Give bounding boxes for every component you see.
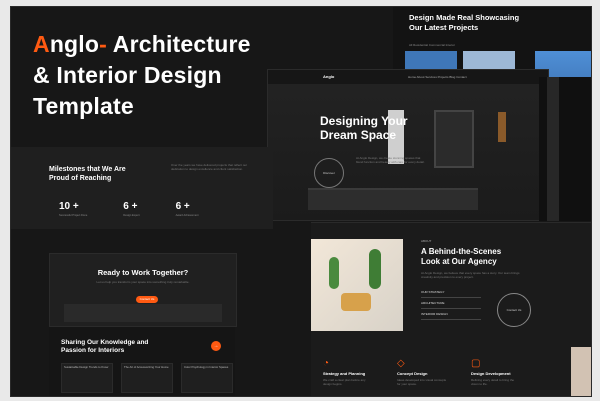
milestones-section: Milestones that We Are Proud of Reaching…: [11, 147, 273, 229]
arrow-right-icon[interactable]: →: [211, 341, 221, 351]
service-item: ◔ Strategy and Planning We craft a clear…: [323, 358, 373, 387]
plant: [329, 257, 339, 289]
plant: [369, 249, 381, 289]
sofa-image: [308, 188, 478, 210]
navbar: Anglo Home About Services Projects Blog …: [268, 70, 548, 84]
projects-tabs[interactable]: All Residential Commercial Interior: [409, 43, 455, 47]
stat-item: 6 + Award Achievement: [175, 201, 199, 217]
contact-circle-button[interactable]: Contact Us: [497, 293, 531, 327]
discover-button[interactable]: Discover: [314, 158, 344, 188]
blog-card[interactable]: Color Psychology in Interior Spaces: [181, 363, 233, 393]
blog-section: Sharing Our Knowledge and Passion for In…: [49, 327, 235, 396]
projects-heading: Design Made Real Showcasing Our Latest P…: [409, 13, 520, 32]
services-row: ◔ Strategy and Planning We craft a clear…: [323, 358, 521, 387]
strategy-icon: ◔: [323, 358, 330, 369]
blog-cards: Sustainable Design Trends to Know The Ar…: [61, 363, 233, 393]
hero-section: Anglo Home About Services Projects Blog …: [267, 69, 549, 221]
blog-card[interactable]: The Art of Accessorizing Your Home: [121, 363, 173, 393]
title-line1: Architecture: [112, 31, 251, 57]
cta-section: Ready to Work Together? Let us help you …: [49, 253, 237, 327]
wall-lamp: [498, 112, 506, 142]
wall-frame: [434, 110, 474, 168]
milestones-heading: Milestones that We Are Proud of Reaching: [49, 166, 126, 182]
agency-heading: A Behind-the-Scenes Look at Our Agency: [421, 247, 502, 266]
project-thumbnail[interactable]: [463, 51, 515, 71]
pillar: [547, 77, 559, 221]
milestone-stats: 10 + Successful Project Done 6 + Design …: [59, 201, 198, 217]
agency-row[interactable]: INTERIOR DESIGN: [421, 309, 481, 320]
hero-side-image: [539, 77, 591, 221]
title-line3: Template: [33, 93, 134, 119]
hero-heading: Designing Your Dream Space: [320, 114, 408, 142]
agency-row[interactable]: ARCHITECTURE: [421, 298, 481, 309]
concept-icon: ◇: [397, 358, 405, 369]
team-portrait: [571, 347, 591, 396]
title-line2: & Interior Design: [33, 62, 222, 88]
blog-card[interactable]: Sustainable Design Trends to Know: [61, 363, 113, 393]
blog-heading: Sharing Our Knowledge and Passion for In…: [61, 339, 149, 354]
template-title: Anglo- Architecture & Interior Design Te…: [33, 29, 251, 122]
milestones-paragraph: Over the years we have delivered project…: [171, 163, 248, 171]
agency-row[interactable]: OUR STRATEGY: [421, 287, 481, 298]
room-image: [64, 304, 222, 322]
service-item: ◇ Concept Design Ideas developed into vi…: [397, 358, 447, 387]
service-item: ▢ Design Development Refining every deta…: [471, 358, 521, 387]
project-thumbnails: [405, 51, 515, 71]
cta-button[interactable]: Contact Us: [136, 296, 158, 303]
template-preview: Anglo- Architecture & Interior Design Te…: [10, 6, 592, 397]
agency-paragraph: At Anglo Design, we believe that every s…: [421, 271, 520, 279]
agency-rows: OUR STRATEGY ARCHITECTURE INTERIOR DESIG…: [421, 287, 481, 320]
project-thumbnail[interactable]: [405, 51, 457, 71]
chair: [341, 293, 371, 311]
anglo-logo: Anglo-: [33, 31, 108, 57]
agency-section: ABOUT A Behind-the-Scenes Look at Our Ag…: [311, 222, 591, 396]
agency-eyebrow: ABOUT: [421, 239, 432, 243]
hero-paragraph: At Anglo Design, we create stunning spac…: [356, 156, 425, 164]
cta-paragraph: Let us help you transform your space int…: [96, 280, 190, 284]
agency-image: [311, 239, 403, 331]
cta-heading: Ready to Work Together?: [97, 268, 189, 277]
stat-item: 10 + Successful Project Done: [59, 201, 88, 217]
stat-item: 6 + Design Expert: [123, 201, 140, 217]
nav-logo[interactable]: Anglo: [323, 74, 334, 79]
nav-links[interactable]: Home About Services Projects Blog Contac…: [408, 75, 467, 79]
design-icon: ▢: [471, 358, 481, 369]
